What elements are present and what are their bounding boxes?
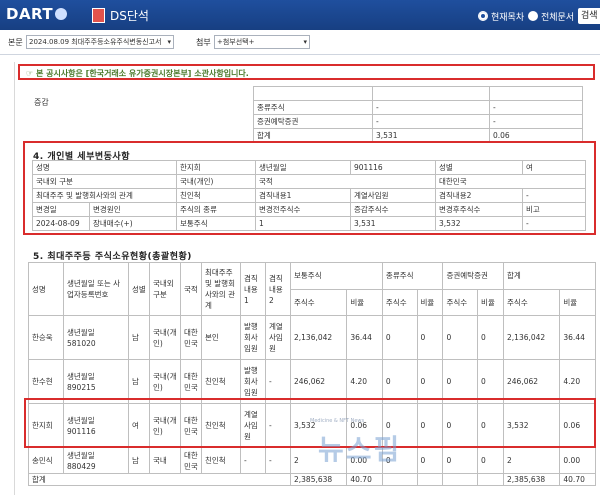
- company-title: DS단석: [110, 9, 149, 23]
- attach-label: 첨부: [196, 38, 211, 47]
- summary-left-label: 증감: [34, 98, 49, 107]
- radio-current-section[interactable]: 현재목차: [478, 10, 524, 23]
- table-total-row: 합계 2,385,638 40.70 2,385,638 40.70: [28, 473, 596, 486]
- dart-logo[interactable]: DART: [6, 5, 68, 23]
- table-row: 성명 한지희 생년월일 901116 성별 여: [32, 160, 586, 175]
- table-row: 최대주주 및 발행회사와의 관계 친인척 겸직내용1 계열사임원 겸직내용2 -: [32, 188, 586, 203]
- watermark-logo: 뉴스핌: [318, 433, 402, 466]
- body-label: 본문: [8, 38, 23, 47]
- table-row: 2024-08-09 장내매수(+) 보통주식 1 3,531 3,532 -: [32, 216, 586, 231]
- table-row: 변경일 변경원인 주식의 종류 변경전주식수 증감주식수 변경후주식수 비고: [32, 202, 586, 217]
- summary-table: 종류주식 - - 증권예탁증권 - - 합계 3,531 0.06: [253, 86, 583, 143]
- attach-select[interactable]: +첨부선택+ ▾: [214, 35, 310, 49]
- body-select[interactable]: 2024.08.09 최대주주등소유주식변동신고서 ▾: [26, 35, 174, 49]
- table-row: 한승욱 생년월일 581020 남 국내(개인) 대한민국 본인 발행회사임원 …: [28, 315, 596, 360]
- section5-title: 5. 최대주주등 주식소유현황(총괄현황): [33, 252, 192, 262]
- document-icon: [92, 8, 105, 23]
- search-button[interactable]: 검색: [578, 8, 600, 24]
- table-row: 한수현 생년월일 890215 남 국내(개인) 대한민국 친인척 발행회사임원…: [28, 359, 596, 404]
- radio-selected-icon: [478, 11, 488, 21]
- table-row: 증권예탁증권 - -: [253, 114, 583, 129]
- notice-banner: ☞ 본 공시사항은 [한국거래소 유가증권시장본부] 소관사항입니다.: [18, 64, 595, 80]
- top-bar: DART DS단석 현재목차 전체문서 검색: [0, 0, 600, 30]
- table-row: 국내외 구분 국내(개인) 국적 대한민국: [32, 174, 586, 189]
- watermark-caption: Medicine & NFT News: [310, 418, 365, 424]
- globe-icon: [55, 8, 68, 20]
- table-row: 종류주식 - -: [253, 100, 583, 115]
- table-row: 송민식 생년월일 880429 남 국내 대한민국 친인척 - - 2 0.00 …: [28, 447, 596, 474]
- table-header-row: 성명 생년월일 또는 사업자등록번호 성별 국내외 구분 국적 최대주주 및 발…: [28, 262, 596, 316]
- document-selector-bar: 본문 2024.08.09 최대주주등소유주식변동신고서 ▾ 첨부 +첨부선택+ ▾: [0, 30, 600, 55]
- radio-all-document[interactable]: 전체문서: [528, 10, 574, 23]
- section5-table: 성명 생년월일 또는 사업자등록번호 성별 국내외 구분 국적 최대주주 및 발…: [28, 262, 596, 486]
- chevron-down-icon: ▾: [167, 38, 171, 46]
- radio-unselected-icon: [528, 11, 538, 21]
- chevron-down-icon: ▾: [303, 38, 307, 46]
- section4-table: 성명 한지희 생년월일 901116 성별 여 국내외 구분 국내(개인) 국적…: [32, 160, 586, 231]
